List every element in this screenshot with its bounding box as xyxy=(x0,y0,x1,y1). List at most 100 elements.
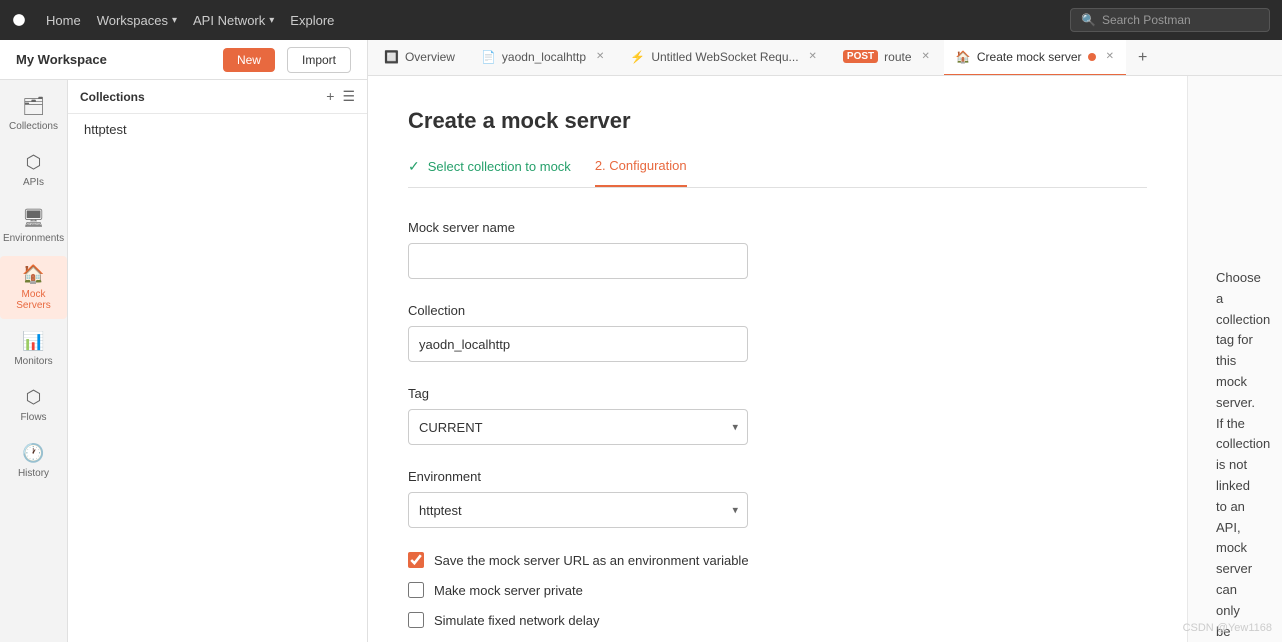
tab-label: Untitled WebSocket Requ... xyxy=(651,50,798,64)
main-content: Create a mock server ✓ Select collection… xyxy=(368,76,1282,642)
step-label: Select collection to mock xyxy=(428,159,571,174)
sidebar-panel-title: Collections xyxy=(80,90,318,104)
postman-logo-icon xyxy=(12,13,26,27)
collections-icon: 🗂 xyxy=(22,96,45,117)
simulate-delay-checkbox[interactable] xyxy=(408,612,424,628)
tab-websocket[interactable]: ⚡ Untitled WebSocket Requ... ✕ xyxy=(618,40,829,76)
new-button[interactable]: New xyxy=(223,48,275,72)
collection-input[interactable] xyxy=(408,326,748,362)
sidebar-item-label: Mock Servers xyxy=(4,289,63,311)
unsaved-dot xyxy=(1088,53,1096,61)
tab-label: yaodn_localhttp xyxy=(502,50,586,64)
sidebar-icons: 🗂 Collections ⬡ APIs 🖥 Environments 🏠 Mo… xyxy=(0,80,68,642)
tab-yaodn[interactable]: 📄 yaodn_localhttp ✕ xyxy=(469,40,616,76)
sidebar-panel-actions: + ☰ xyxy=(326,88,355,105)
tag-label: Tag xyxy=(408,386,1147,401)
sidebar-item-apis[interactable]: ⬡ APIs xyxy=(0,144,67,196)
sidebar-item-environments[interactable]: 🖥 Environments xyxy=(0,200,67,252)
tab-overview[interactable]: 🔲 Overview xyxy=(372,40,467,76)
overview-icon: 🔲 xyxy=(384,50,399,64)
make-private-checkbox[interactable] xyxy=(408,582,424,598)
nav-home[interactable]: Home xyxy=(46,13,81,28)
add-collection-icon[interactable]: + xyxy=(326,88,334,105)
tag-info-block: Choose a collection tag for this mock se… xyxy=(1216,268,1254,642)
mock-server-name-group: Mock server name xyxy=(408,220,1147,279)
tab-label: Create mock server xyxy=(977,50,1082,64)
sidebar-item-label: Environments xyxy=(3,233,64,244)
tag-select-wrapper: CURRENT v1 v2 ▾ xyxy=(408,409,748,445)
check-icon: ✓ xyxy=(408,158,420,175)
add-tab-button[interactable]: + xyxy=(1128,49,1157,67)
file-icon: 📄 xyxy=(481,50,496,64)
flows-icon: ⬡ xyxy=(26,387,42,408)
make-private-label: Make mock server private xyxy=(434,583,583,598)
apis-icon: ⬡ xyxy=(26,152,42,173)
collection-label: Collection xyxy=(408,303,1147,318)
wizard-steps: ✓ Select collection to mock 2. Configura… xyxy=(408,158,1147,188)
workspace-header: My Workspace New Import xyxy=(0,40,367,80)
sidebar-item-monitors[interactable]: 📊 Monitors xyxy=(0,323,67,375)
close-icon[interactable]: ✕ xyxy=(809,51,817,62)
mock-server-name-label: Mock server name xyxy=(408,220,1147,235)
environment-select[interactable]: httptest No Environment production xyxy=(408,492,748,528)
save-url-checkbox-label[interactable]: Save the mock server URL as an environme… xyxy=(408,552,1147,568)
environment-group: Environment httptest No Environment prod… xyxy=(408,469,1147,528)
step-select-collection[interactable]: ✓ Select collection to mock xyxy=(408,158,571,187)
history-icon: 🕐 xyxy=(22,443,44,464)
close-icon[interactable]: ✕ xyxy=(596,51,604,62)
tab-label: Overview xyxy=(405,50,455,64)
checkbox-group: Save the mock server URL as an environme… xyxy=(408,552,1147,628)
tag-group: Tag CURRENT v1 v2 ▾ xyxy=(408,386,1147,445)
chevron-down-icon: ▾ xyxy=(269,15,274,26)
chevron-down-icon: ▾ xyxy=(172,15,177,26)
nav-workspaces[interactable]: Workspaces▾ xyxy=(97,13,177,28)
mock-server-name-input[interactable] xyxy=(408,243,748,279)
sidebar-item-flows[interactable]: ⬡ Flows xyxy=(0,379,67,431)
nav-explore[interactable]: Explore xyxy=(290,13,334,28)
tab-post-route[interactable]: POST route ✕ xyxy=(831,40,942,76)
sidebar-item-collections[interactable]: 🗂 Collections xyxy=(0,88,67,140)
environment-label: Environment xyxy=(408,469,1147,484)
import-button[interactable]: Import xyxy=(287,47,351,73)
filter-icon[interactable]: ☰ xyxy=(342,88,355,105)
top-nav: Home Workspaces▾ API Network▾ Explore 🔍 xyxy=(0,0,1282,40)
sidebar-panel-header: Collections + ☰ xyxy=(68,80,367,114)
make-private-checkbox-label[interactable]: Make mock server private xyxy=(408,582,1147,598)
content-area: 🔲 Overview 📄 yaodn_localhttp ✕ ⚡ Untitle… xyxy=(368,40,1282,642)
sidebar-item-history[interactable]: 🕐 History xyxy=(0,435,67,487)
save-url-checkbox[interactable] xyxy=(408,552,424,568)
close-icon[interactable]: ✕ xyxy=(922,51,930,62)
environment-select-wrapper: httptest No Environment production ▾ xyxy=(408,492,748,528)
mock-tab-icon: 🏠 xyxy=(956,50,971,64)
sidebar-item-label: Flows xyxy=(20,412,46,423)
nav-api-network[interactable]: API Network▾ xyxy=(193,13,274,28)
save-url-label: Save the mock server URL as an environme… xyxy=(434,553,749,568)
monitors-icon: 📊 xyxy=(22,331,44,352)
page-title: Create a mock server xyxy=(408,108,1147,134)
simulate-delay-checkbox-label[interactable]: Simulate fixed network delay xyxy=(408,612,1147,628)
app-logo xyxy=(12,13,30,27)
websocket-icon: ⚡ xyxy=(630,50,645,64)
tab-create-mock[interactable]: 🏠 Create mock server ✕ xyxy=(944,40,1126,76)
step-configuration[interactable]: 2. Configuration xyxy=(595,158,687,187)
tag-info-text: Choose a collection tag for this mock se… xyxy=(1216,268,1254,642)
search-input[interactable] xyxy=(1102,13,1259,27)
main-layout: My Workspace New Import 🗂 Collections ⬡ … xyxy=(0,40,1282,642)
search-bar[interactable]: 🔍 xyxy=(1070,8,1270,32)
tabs-bar: 🔲 Overview 📄 yaodn_localhttp ✕ ⚡ Untitle… xyxy=(368,40,1282,76)
tag-select[interactable]: CURRENT v1 v2 xyxy=(408,409,748,445)
simulate-delay-label: Simulate fixed network delay xyxy=(434,613,599,628)
mock-servers-icon: 🏠 xyxy=(22,264,44,285)
sidebar-panel: Collections + ☰ httptest xyxy=(68,80,367,642)
info-panel: Choose a collection tag for this mock se… xyxy=(1188,76,1282,642)
environments-icon: 🖥 xyxy=(22,208,45,229)
post-badge: POST xyxy=(843,50,878,63)
sidebar-item-label: APIs xyxy=(23,177,44,188)
sidebar-item-label: Monitors xyxy=(14,356,52,367)
sidebar-item-label: History xyxy=(18,468,49,479)
search-icon: 🔍 xyxy=(1081,13,1096,27)
workspace-name: My Workspace xyxy=(16,52,211,67)
list-item[interactable]: httptest xyxy=(68,114,367,145)
close-icon[interactable]: ✕ xyxy=(1106,51,1114,62)
sidebar-item-mock-servers[interactable]: 🏠 Mock Servers xyxy=(0,256,67,319)
